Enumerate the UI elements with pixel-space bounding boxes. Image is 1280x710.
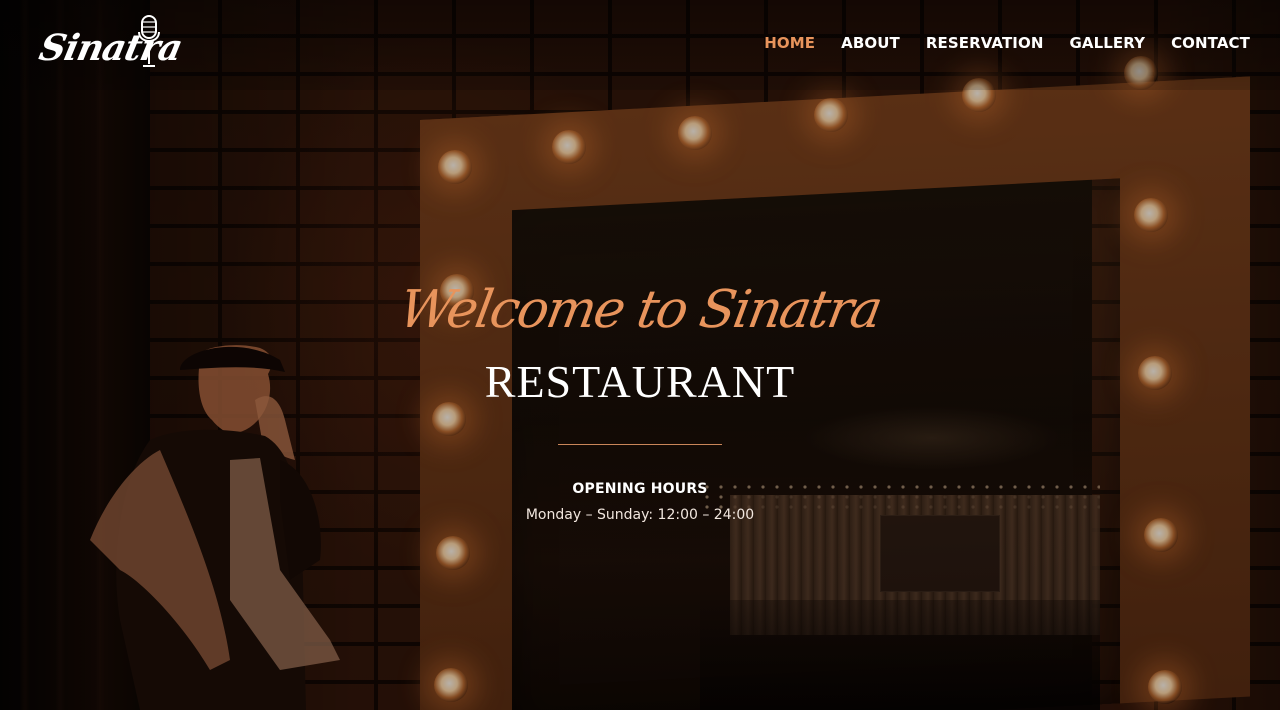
nav-reservation[interactable]: RESERVATION (926, 34, 1044, 52)
opening-hours-text: Monday – Sunday: 12:00 – 24:00 (525, 507, 755, 523)
nav-about[interactable]: ABOUT (841, 34, 900, 52)
page: Sinatra HOME ABOUT RESERVATION GALLERY C… (0, 0, 1280, 710)
site-logo[interactable]: Sinatra (36, 14, 186, 74)
nav-home[interactable]: HOME (764, 34, 815, 52)
hero-title: RESTAURANT (484, 356, 796, 407)
main-navigation: HOME ABOUT RESERVATION GALLERY CONTACT (764, 34, 1250, 52)
hero-content: Welcome to Sinatra RESTAURANT OPENING HO… (0, 270, 1280, 523)
logo-wordmark: Sinatra (35, 27, 186, 69)
nav-contact[interactable]: CONTACT (1171, 34, 1250, 52)
site-header: Sinatra HOME ABOUT RESERVATION GALLERY C… (0, 0, 1280, 90)
hero-divider (558, 444, 722, 445)
nav-gallery[interactable]: GALLERY (1069, 34, 1145, 52)
microphone-icon (138, 15, 160, 67)
opening-hours-heading: OPENING HOURS (572, 481, 708, 497)
welcome-script-heading: Welcome to Sinatra (394, 280, 886, 340)
